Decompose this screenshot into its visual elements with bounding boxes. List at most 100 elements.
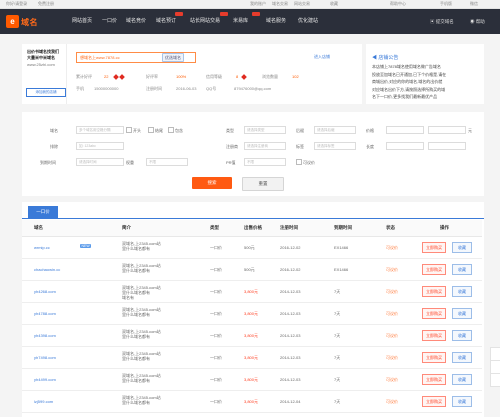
row-buy-button[interactable]: 立即购买 [422, 242, 446, 253]
row-fav-button[interactable]: 收藏 [452, 330, 472, 341]
row-buy-button[interactable]: 立即购买 [422, 352, 446, 363]
row-domain-link[interactable]: chachaowin.cc [34, 267, 60, 272]
row-buy-button[interactable]: 立即购买 [422, 330, 446, 341]
col-expire[interactable]: 到期时间 [334, 225, 352, 231]
row-expire: EX1466 [334, 267, 349, 272]
row-fav-button[interactable]: 收藏 [452, 286, 472, 297]
ad-line-3: www.25zhi.com [27, 62, 55, 67]
search-button[interactable]: 搜索 [192, 177, 232, 189]
filter-rank-select[interactable]: 不限 [146, 158, 188, 166]
filter-len-min-input[interactable] [386, 142, 424, 150]
top-link-domain[interactable]: 域名交易 [272, 1, 288, 7]
stat-value-credit: 8 [236, 74, 239, 79]
filter-exclude-input[interactable]: 如: 123abc [76, 142, 124, 150]
filter-exp-select[interactable]: 请选择时间 [76, 158, 124, 166]
top-bar: 你好!请登录 免费注册 我的账户 域名交易 网站交易 收藏 帮助中心 手机版 微… [0, 0, 500, 9]
top-link-help[interactable]: 帮助中心 [390, 1, 406, 7]
row-status: 可议价 [386, 377, 398, 382]
filter-price-max-input[interactable] [428, 126, 466, 134]
submit-domain-button[interactable]: ▣ 提交域名 [430, 9, 454, 34]
stat-label-praise: 累计好评 [76, 74, 92, 79]
register-link[interactable]: 免费注册 [38, 1, 54, 7]
logo-text: 域名 [21, 18, 38, 27]
shop-search-button[interactable]: 优选域名 [162, 53, 184, 62]
reset-button[interactable]: 重置 [242, 177, 284, 191]
side-top-button[interactable] [490, 373, 500, 387]
nav-item-home[interactable]: 网站首页 [72, 9, 92, 34]
top-link-site[interactable]: 网站交易 [294, 1, 310, 7]
nav-item-miyiku[interactable]: 米易库 [233, 9, 248, 34]
tab-underline [22, 218, 484, 219]
row-regdate: 2016-12-02 [280, 267, 301, 272]
row-domain-link[interactable]: yh4788.com [34, 311, 56, 316]
side-qr-button[interactable] [490, 360, 500, 374]
filter-suffix-value: 请选择后缀 [317, 128, 335, 132]
row-domain-link[interactable]: yh4268.com [34, 289, 56, 294]
nav-item-seo[interactable]: 优化建站 [298, 9, 318, 34]
filter-start-checkbox[interactable] [126, 127, 132, 133]
row-domain-link[interactable]: yh4499.com [34, 377, 56, 382]
filter-suffix-select[interactable]: 请选择后缀 [314, 126, 356, 134]
row-type: 一口价 [210, 399, 222, 404]
nav-item-site-trade[interactable]: 站长网站交易 [190, 9, 220, 34]
add-shop-button[interactable]: 添加我的店铺 [26, 88, 66, 97]
row-buy-button[interactable]: 立即购买 [422, 374, 446, 385]
filter-rank-label: 权重 [126, 160, 134, 165]
site-logo[interactable]: e 域名 [6, 15, 58, 28]
filter-price-unit: 元 [468, 128, 472, 133]
login-link[interactable]: 你好!请登录 [6, 1, 27, 7]
filter-rank-value: 不限 [149, 160, 156, 164]
nav-item-preorder[interactable]: 域名预订 [156, 9, 176, 34]
row-fav-button[interactable]: 收藏 [452, 242, 472, 253]
filter-domain-input[interactable]: 多个域名用空格分隔 [76, 126, 124, 134]
filter-negotiable-label: 可议价 [303, 160, 315, 165]
hot-badge-icon [252, 12, 260, 16]
row-fav-button[interactable]: 收藏 [452, 374, 472, 385]
filter-price-min-input[interactable] [386, 126, 424, 134]
top-link-account[interactable]: 我的账户 [250, 1, 266, 7]
top-link-wechat[interactable]: 微信 [470, 1, 478, 7]
row-type: 一口价 [210, 245, 222, 250]
filter-include-checkbox[interactable] [168, 127, 174, 133]
row-expire: 7天 [334, 377, 341, 382]
tab-fixed-price[interactable]: 一口价 [28, 206, 58, 218]
help-button[interactable]: ◉ 帮助 [470, 9, 485, 34]
filter-end-checkbox[interactable] [148, 127, 154, 133]
nav-item-fixed-price[interactable]: 一口价 [102, 9, 117, 34]
side-chat-button[interactable] [490, 347, 500, 361]
filter-pr-value: 不限 [247, 160, 254, 164]
filter-price-label: 价格 [366, 128, 374, 133]
row-price: 3,800元 [244, 377, 259, 382]
filter-pr-select[interactable]: 不限 [244, 158, 286, 166]
row-buy-button[interactable]: 立即购买 [422, 308, 446, 319]
row-intro-line: 里什么域名都有 [122, 246, 150, 251]
col-domain[interactable]: 域名 [34, 225, 43, 231]
row-domain-link[interactable]: yh4398.com [34, 333, 56, 338]
row-buy-button[interactable]: 立即购买 [422, 286, 446, 297]
filter-negotiable-checkbox[interactable] [296, 159, 302, 165]
row-fav-button[interactable]: 收藏 [452, 396, 472, 407]
row-domain-link[interactable]: wrmip.cc [34, 245, 50, 250]
row-fav-button[interactable]: 收藏 [452, 308, 472, 319]
col-intro: 简介 [122, 225, 131, 230]
row-domain-link[interactable]: yh7498.com [34, 355, 56, 360]
enter-shop-link[interactable]: 进入店铺 [314, 54, 330, 60]
row-fav-button[interactable]: 收藏 [452, 352, 472, 363]
col-regdate[interactable]: 注册时间 [280, 225, 298, 231]
row-domain-link[interactable]: lzj599.com [34, 399, 53, 404]
row-regdate: 2014-12-03 [280, 333, 301, 338]
filter-len-max-input[interactable] [428, 142, 466, 150]
top-link-mobile[interactable]: 手机版 [440, 1, 452, 7]
col-price[interactable]: 出售价格 [244, 225, 262, 231]
nav-item-domain-service[interactable]: 域名服务 [266, 9, 286, 34]
filter-len-label: 长度 [366, 144, 374, 149]
row-buy-button[interactable]: 立即购买 [422, 264, 446, 275]
nav-item-auction[interactable]: 域名竞价 [126, 9, 146, 34]
filter-tag-select[interactable]: 请选择标签 [314, 142, 356, 150]
stat-value-views: 102 [292, 74, 299, 79]
filter-type-select[interactable]: 请选择类型 [244, 126, 286, 134]
filter-reg-select[interactable]: 请选择注册商 [244, 142, 286, 150]
top-link-fav[interactable]: 收藏 [330, 1, 338, 7]
row-buy-button[interactable]: 立即购买 [422, 396, 446, 407]
row-fav-button[interactable]: 收藏 [452, 264, 472, 275]
